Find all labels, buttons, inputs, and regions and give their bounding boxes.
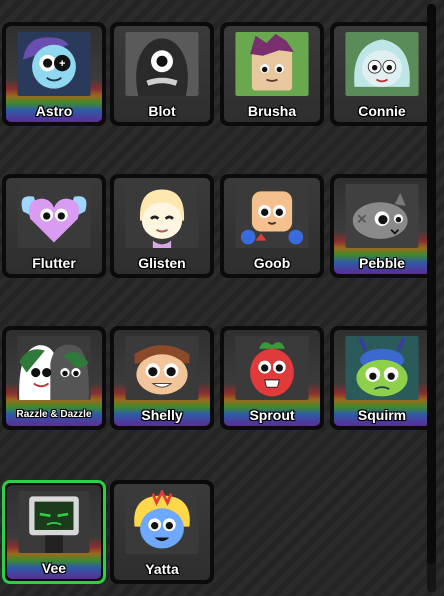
connie-portrait-icon [344, 32, 420, 96]
character-name: Astro [35, 103, 73, 119]
character-card-shelly[interactable]: Shelly [110, 326, 214, 430]
character-card-razzle-dazzle[interactable]: Razzle & Dazzle [2, 326, 106, 430]
character-card-astro[interactable]: Astro [2, 22, 106, 126]
character-name: Squirm [357, 407, 407, 423]
character-card-connie[interactable]: Connie [330, 22, 434, 126]
character-name: Blot [148, 103, 176, 119]
squirm-portrait-icon [344, 336, 420, 400]
character-name: Sprout [249, 407, 295, 423]
character-name: Shelly [141, 407, 183, 423]
glisten-portrait-icon [124, 184, 200, 248]
character-name: Goob [253, 255, 291, 271]
goob-portrait-icon [234, 184, 310, 248]
character-card-vee[interactable]: Vee [2, 480, 106, 584]
razzle-dazzle-portrait-icon [16, 336, 92, 400]
flutter-portrait-icon [16, 184, 92, 248]
vee-portrait-icon [17, 491, 91, 553]
yatta-portrait-icon [124, 490, 200, 554]
character-card-yatta[interactable]: Yatta [110, 480, 214, 584]
character-name: Vee [41, 560, 67, 576]
blot-portrait-icon [124, 32, 200, 96]
character-card-blot[interactable]: Blot [110, 22, 214, 126]
shelly-portrait-icon [124, 336, 200, 400]
character-name: Connie [358, 103, 406, 119]
scrollbar-thumb[interactable] [427, 4, 436, 564]
character-name: Razzle & Dazzle [16, 409, 92, 420]
character-card-goob[interactable]: Goob [220, 174, 324, 278]
character-card-brusha[interactable]: Brusha [220, 22, 324, 126]
astro-portrait-icon [16, 32, 92, 96]
character-name: Flutter [32, 255, 76, 271]
character-card-flutter[interactable]: Flutter [2, 174, 106, 278]
character-name: Yatta [145, 561, 179, 577]
character-card-glisten[interactable]: Glisten [110, 174, 214, 278]
character-name: Glisten [138, 255, 186, 271]
character-card-squirm[interactable]: Squirm [330, 326, 434, 430]
vertical-scrollbar[interactable] [427, 4, 436, 592]
sprout-portrait-icon [234, 336, 310, 400]
brusha-portrait-icon [234, 32, 310, 96]
character-card-pebble[interactable]: Pebble [330, 174, 434, 278]
pebble-portrait-icon [344, 184, 420, 248]
character-card-sprout[interactable]: Sprout [220, 326, 324, 430]
character-name: Pebble [359, 255, 405, 271]
character-name: Brusha [247, 103, 297, 119]
